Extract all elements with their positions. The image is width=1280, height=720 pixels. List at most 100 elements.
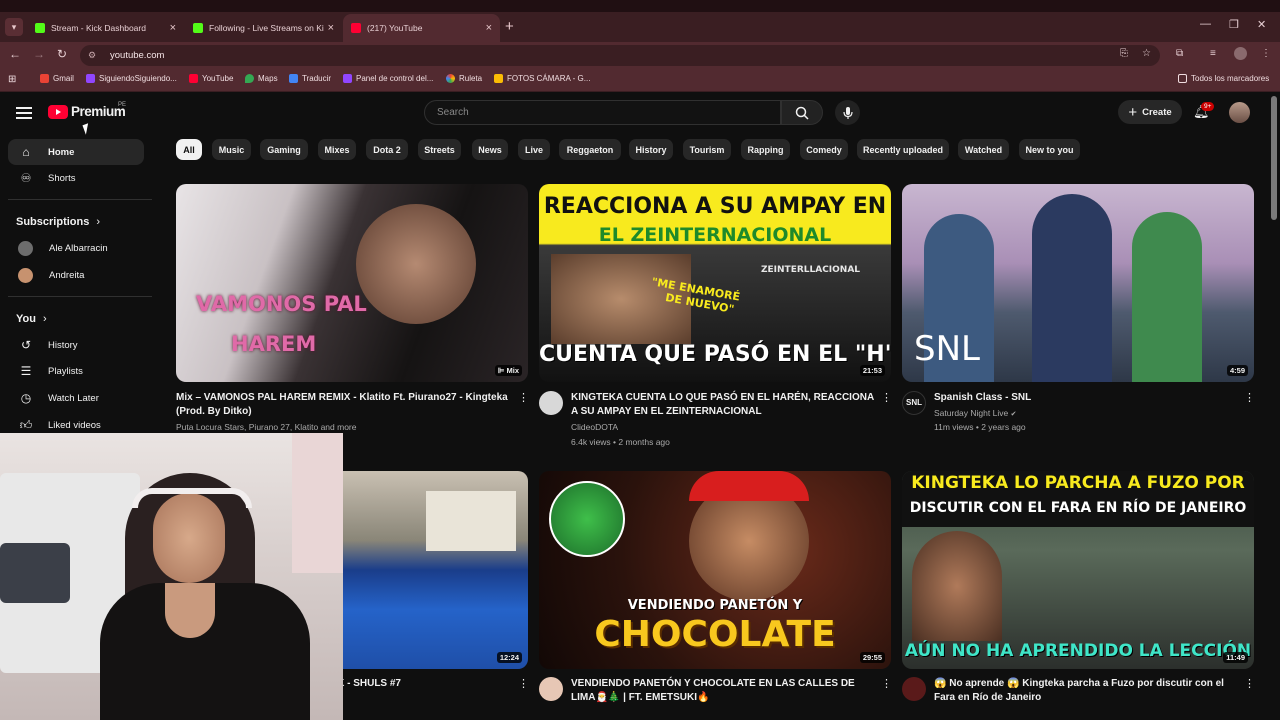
close-window-icon[interactable]: ✕ [1257, 18, 1266, 31]
chip-history[interactable]: History [629, 139, 673, 160]
chip-reggaeton[interactable]: Reggaeton [559, 139, 621, 160]
chip-all[interactable]: All [176, 139, 202, 160]
video-title[interactable]: KINGTEKA CUENTA LO QUE PASÓ EN EL HARÉN,… [571, 391, 876, 419]
page-scrollbar[interactable] [1271, 96, 1277, 220]
mix-label: Mix [506, 366, 519, 375]
create-button[interactable]: + Create [1118, 100, 1182, 124]
video-title[interactable]: Spanish Class - SNL [934, 391, 1234, 405]
more-actions-icon[interactable]: ⋮ [881, 391, 892, 404]
youtube-play-icon [48, 104, 68, 119]
twitch-icon [86, 74, 95, 83]
chip-mixes[interactable]: Mixes [318, 139, 356, 160]
address-bar[interactable]: ⚙ youtube.com [80, 45, 1160, 66]
sidebar-item-andreita[interactable]: Andreita [8, 262, 144, 288]
site-info-icon[interactable]: ⚙ [88, 50, 100, 62]
tab-kick-following[interactable]: Following - Live Streams on Kic × [185, 14, 342, 42]
profile-avatar[interactable] [1234, 47, 1247, 60]
tab-search-icon[interactable]: ▾ [5, 18, 23, 36]
channel-avatar[interactable]: SNL [902, 391, 926, 415]
chip-music[interactable]: Music [212, 139, 251, 160]
thumbnail-title-text: CUENTA QUE PASÓ EN EL "H" [539, 342, 891, 367]
tab-youtube[interactable]: (217) YouTube × [343, 14, 500, 42]
sidebar-divider [8, 199, 152, 200]
video-thumbnail[interactable]: KINGTEKA LO PARCHA A FUZO POR DISCUTIR C… [902, 471, 1254, 669]
video-title[interactable]: VENDIENDO PANETÓN Y CHOCOLATE EN LAS CAL… [571, 677, 876, 705]
chip-watched[interactable]: Watched [958, 139, 1009, 160]
search-button[interactable] [781, 100, 823, 125]
video-thumbnail[interactable]: REACCIONA A SU AMPAY EN EL ZEINTERNACION… [539, 184, 891, 382]
minimize-icon[interactable]: — [1200, 18, 1211, 30]
bookmark-label: Gmail [53, 74, 74, 83]
chip-tourism[interactable]: Tourism [683, 139, 731, 160]
more-actions-icon[interactable]: ⋮ [518, 677, 529, 690]
sidebar-item-watch-later[interactable]: ◷ Watch Later [8, 385, 144, 411]
bookmark-label: Panel de control del... [356, 74, 434, 83]
thumbnail-title-text: HAREM [231, 332, 317, 356]
sidebar-item-playlists[interactable]: ☰ Playlists [8, 358, 144, 384]
more-actions-icon[interactable]: ⋮ [1244, 391, 1255, 404]
bookmark-youtube[interactable]: YouTube [189, 74, 233, 83]
chip-new-to-you[interactable]: New to you [1019, 139, 1080, 160]
you-heading[interactable]: You › [16, 313, 47, 325]
new-tab-icon[interactable]: + [505, 18, 514, 35]
more-actions-icon[interactable]: ⋮ [1244, 677, 1255, 690]
thumbnail-title-text: EL ZEINTERNACIONAL [598, 224, 832, 246]
bookmark-label: Traducir [302, 74, 332, 83]
bookmark-ruleta[interactable]: Ruleta [446, 74, 482, 83]
subscriptions-heading[interactable]: Subscriptions › [16, 216, 100, 228]
chip-rapping[interactable]: Rapping [741, 139, 790, 160]
sidebar-item-shorts[interactable]: ♾ Shorts [8, 165, 144, 191]
channel-avatar[interactable] [902, 677, 926, 701]
video-channel[interactable]: ClideoDOTA [571, 420, 876, 435]
chip-live[interactable]: Live [518, 139, 550, 160]
sidebar-item-label: Liked videos [48, 419, 101, 431]
bookmark-fotos[interactable]: FOTOS CÁMARA - G... [494, 74, 590, 83]
sidebar-item-home[interactable]: ⌂ Home [8, 139, 144, 165]
video-thumbnail[interactable]: VENDIENDO PANETÓN Y CHOCOLATE 29:55 [539, 471, 891, 669]
browser-menu-icon[interactable]: ⋮ [1261, 48, 1271, 59]
bookmark-star-icon[interactable]: ☆ [1142, 48, 1151, 59]
video-title[interactable]: Mix – VAMONOS PAL HAREM REMIX - Klatito … [176, 391, 511, 419]
chip-streets[interactable]: Streets [418, 139, 461, 160]
menu-icon[interactable] [16, 105, 32, 119]
reload-icon[interactable]: ↻ [57, 47, 67, 61]
apps-grid-icon[interactable]: ⊞ [8, 74, 16, 85]
back-icon[interactable]: ← [9, 47, 21, 61]
extensions-icon[interactable]: ⧉ [1176, 48, 1183, 59]
bookmark-maps[interactable]: Maps [245, 74, 278, 83]
tab-title: (217) YouTube [367, 23, 423, 33]
bookmark-traducir[interactable]: Traducir [289, 74, 331, 83]
video-thumbnail[interactable]: VAMONOS PAL HAREM ⊫ Mix [176, 184, 528, 382]
bookmark-gmail[interactable]: Gmail [40, 74, 74, 83]
chip-gaming[interactable]: Gaming [260, 139, 308, 160]
close-tab-icon[interactable]: × [170, 22, 176, 34]
video-thumbnail[interactable]: SNL 4:59 [902, 184, 1254, 382]
chevron-right-icon: › [43, 313, 47, 325]
chip-news[interactable]: News [472, 139, 508, 160]
install-app-icon[interactable]: ⎘ [1120, 48, 1128, 59]
more-actions-icon[interactable]: ⋮ [881, 677, 892, 690]
close-tab-icon[interactable]: × [486, 22, 492, 34]
bookmark-panel[interactable]: Panel de control del... [343, 74, 433, 83]
channel-avatar[interactable] [539, 677, 563, 701]
chip-recently-uploaded[interactable]: Recently uploaded [857, 139, 949, 160]
chip-dota-2[interactable]: Dota 2 [366, 139, 408, 160]
account-avatar[interactable] [1229, 102, 1250, 123]
youtube-premium-logo[interactable]: Premium PE [48, 102, 126, 119]
sidebar-item-ale-albarracin[interactable]: Ale Albarracin [8, 235, 144, 261]
voice-search-button[interactable] [835, 100, 860, 125]
more-actions-icon[interactable]: ⋮ [518, 391, 529, 404]
chip-comedy[interactable]: Comedy [800, 139, 848, 160]
video-title[interactable]: 😱 No aprende 😱 Kingteka parcha a Fuzo po… [934, 677, 1234, 705]
tab-kick-dashboard[interactable]: Stream - Kick Dashboard × [27, 14, 184, 42]
bookmark-siguiendo[interactable]: SiguiendoSiguiendo... [86, 74, 177, 83]
all-bookmarks[interactable]: Todos los marcadores [1178, 74, 1269, 83]
verified-check-icon: ✔ [1010, 411, 1017, 418]
restore-icon[interactable]: ❐ [1229, 18, 1239, 31]
channel-avatar[interactable] [539, 391, 563, 415]
media-icon[interactable]: ≡ [1210, 48, 1216, 59]
search-input[interactable]: Search [424, 100, 781, 125]
forward-icon[interactable]: → [33, 47, 45, 61]
sidebar-item-history[interactable]: ↺ History [8, 332, 144, 358]
close-tab-icon[interactable]: × [328, 22, 334, 34]
